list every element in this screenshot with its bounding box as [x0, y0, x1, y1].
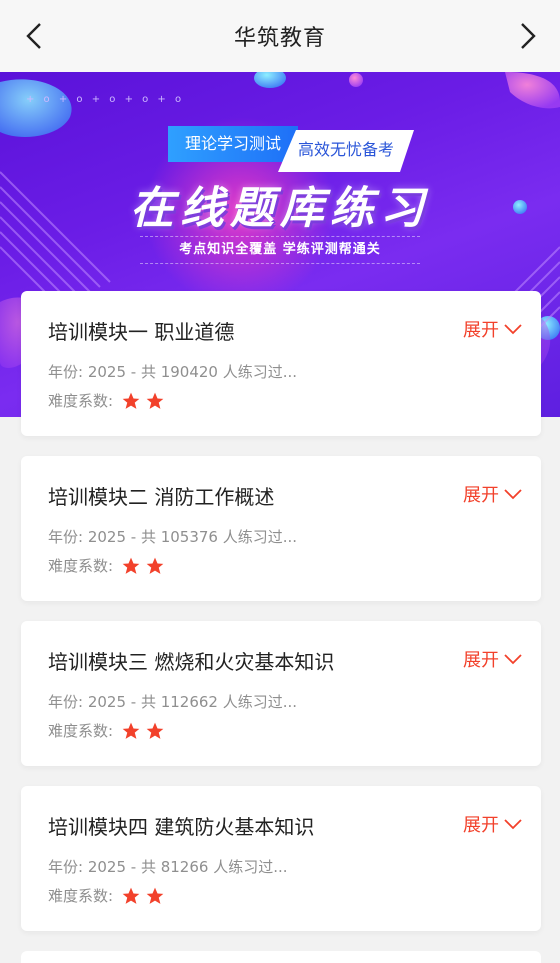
module-title: 培训模块一 职业道德 — [48, 320, 235, 344]
module-card-partial[interactable] — [21, 951, 541, 963]
page-title: 华筑教育 — [233, 26, 326, 51]
star-icon — [122, 722, 140, 739]
forward-button[interactable] — [510, 18, 546, 54]
banner-subtitle: 考点知识全覆盖 学练评测帮通关 — [140, 236, 420, 264]
module-title: 培训模块四 建筑防火基本知识 — [48, 815, 315, 839]
difficulty-row: 难度系数: — [48, 555, 169, 576]
nav-bar: 华筑教育 — [0, 0, 560, 72]
expand-button[interactable]: 展开 — [463, 316, 523, 342]
banner-tag-right: 高效无忧备考 — [278, 130, 414, 172]
expand-button[interactable]: 展开 — [463, 646, 523, 672]
difficulty-stars — [121, 556, 169, 576]
difficulty-label: 难度系数: — [48, 887, 114, 905]
difficulty-label: 难度系数: — [48, 722, 114, 740]
star-icon — [146, 887, 164, 904]
chevron-right-icon — [521, 23, 536, 49]
module-title: 培训模块三 燃烧和火灾基本知识 — [48, 650, 335, 674]
difficulty-stars — [121, 391, 169, 411]
module-meta: 年份: 2025 - 共 81266 人练习过... — [48, 858, 288, 876]
module-card[interactable]: 培训模块一 职业道德 展开 年份: 2025 - 共 190420 人练习过..… — [21, 291, 541, 436]
difficulty-label: 难度系数: — [48, 392, 114, 410]
expand-label: 展开 — [463, 485, 499, 506]
star-icon — [146, 722, 164, 739]
star-icon — [122, 392, 140, 409]
module-meta: 年份: 2025 - 共 112662 人练习过... — [48, 693, 298, 711]
difficulty-label: 难度系数: — [48, 557, 114, 575]
star-icon — [122, 887, 140, 904]
expand-label: 展开 — [463, 320, 499, 341]
chevron-down-icon — [504, 654, 522, 665]
module-meta: 年份: 2025 - 共 190420 人练习过... — [48, 363, 298, 381]
difficulty-row: 难度系数: — [48, 885, 169, 906]
back-button[interactable] — [16, 18, 52, 54]
banner-dots: + o + o + o + o + o — [26, 94, 185, 105]
expand-button[interactable]: 展开 — [463, 481, 523, 507]
difficulty-row: 难度系数: — [48, 390, 169, 411]
chevron-down-icon — [504, 324, 522, 335]
chevron-down-icon — [504, 819, 522, 830]
banner-tag-left: 理论学习测试 — [168, 126, 298, 162]
star-icon — [122, 557, 140, 574]
module-card[interactable]: 培训模块三 燃烧和火灾基本知识 展开 年份: 2025 - 共 112662 人… — [21, 621, 541, 766]
banner-title: 在线题库练习 — [130, 183, 430, 234]
star-icon — [146, 557, 164, 574]
module-title: 培训模块二 消防工作概述 — [48, 485, 275, 509]
module-card[interactable]: 培训模块四 建筑防火基本知识 展开 年份: 2025 - 共 81266 人练习… — [21, 786, 541, 931]
difficulty-row: 难度系数: — [48, 720, 169, 741]
difficulty-stars — [121, 721, 169, 741]
expand-label: 展开 — [463, 650, 499, 671]
module-card[interactable]: 培训模块二 消防工作概述 展开 年份: 2025 - 共 105376 人练习过… — [21, 456, 541, 601]
chevron-left-icon — [26, 23, 41, 49]
difficulty-stars — [121, 886, 169, 906]
expand-button[interactable]: 展开 — [463, 811, 523, 837]
module-meta: 年份: 2025 - 共 105376 人练习过... — [48, 528, 298, 546]
expand-label: 展开 — [463, 815, 499, 836]
star-icon — [146, 392, 164, 409]
chevron-down-icon — [504, 489, 522, 500]
